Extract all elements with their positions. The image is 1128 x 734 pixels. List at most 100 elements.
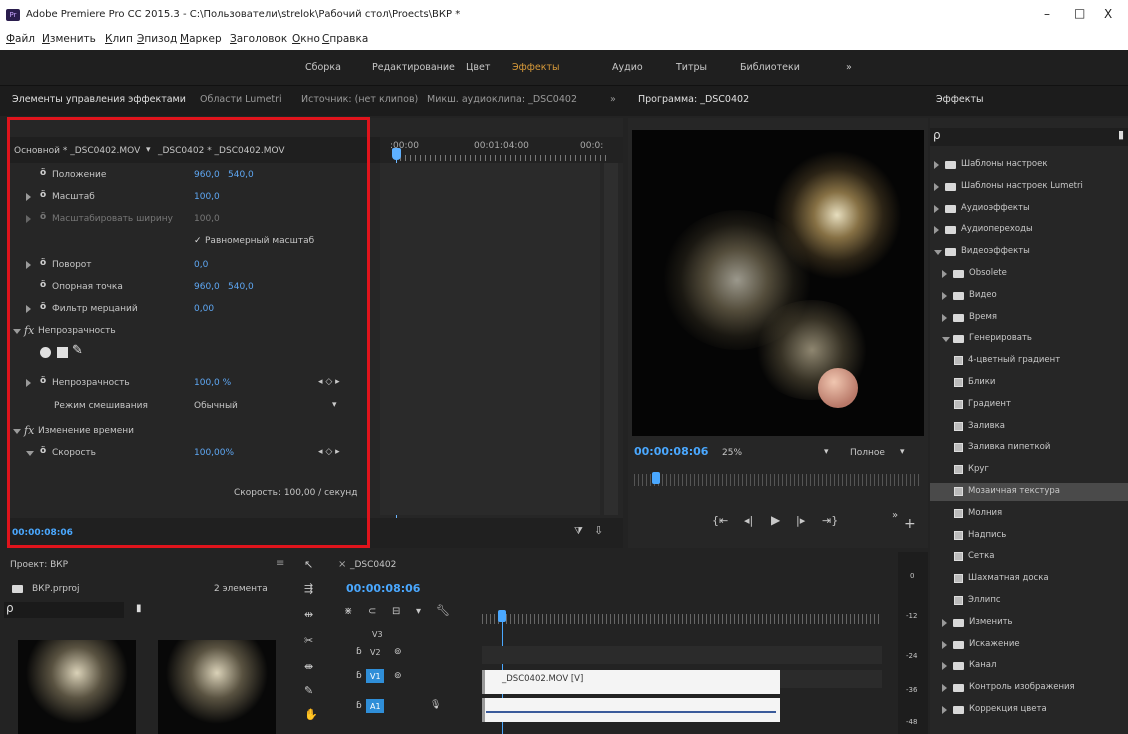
snap-icon[interactable]: ⋇ [344, 606, 352, 617]
stopwatch-icon[interactable]: ö [40, 302, 46, 312]
keyframe-scrollbar[interactable] [604, 163, 618, 515]
project-menu-icon[interactable]: ≡ [276, 558, 284, 569]
effects-tree-item[interactable]: Заливка пипеткой [930, 439, 1128, 457]
play-icon[interactable]: ▶ [771, 513, 780, 527]
effects-tree-item[interactable]: Аудиопереходы [930, 221, 1128, 239]
hand-tool-icon[interactable]: ✋ [304, 708, 318, 721]
workspace-libraries[interactable]: Библиотеки [740, 62, 800, 73]
effects-tree-item[interactable]: Блики [930, 374, 1128, 392]
rect-mask-icon[interactable] [57, 347, 68, 358]
effects-tree-item[interactable]: Изменить [930, 614, 1128, 632]
track-a1-label[interactable]: A1 [370, 702, 381, 711]
clip-selector[interactable]: Основной * _DSC0402.MOV [14, 146, 140, 156]
chevron-right-icon[interactable] [942, 270, 947, 278]
chevron-right-icon[interactable] [942, 314, 947, 322]
effects-tree-item[interactable]: Генерировать [930, 330, 1128, 348]
add-button-icon[interactable]: + [904, 516, 916, 532]
collapse-opacity-icon[interactable] [13, 329, 21, 334]
eye-icon[interactable]: ⊚ [394, 647, 402, 657]
effects-tree-item[interactable]: Канал [930, 657, 1128, 675]
chevron-right-icon[interactable] [934, 205, 939, 213]
uniform-scale-checkbox[interactable]: ✓ [194, 236, 202, 246]
prop-position-y[interactable]: 540,0 [228, 170, 254, 180]
thumbnail-1[interactable] [18, 640, 136, 734]
tab-audio-mixer[interactable]: Микш. аудиоклипа: _DSC0402 [427, 94, 577, 105]
prop-rotation-value[interactable]: 0,0 [194, 260, 208, 270]
prop-scale-value[interactable]: 100,0 [194, 192, 220, 202]
chevron-right-icon[interactable] [934, 183, 939, 191]
menu-sequence[interactable]: Эпизод [137, 33, 177, 45]
stopwatch-icon[interactable]: ö [40, 376, 46, 386]
selection-tool-icon[interactable]: ↖ [304, 558, 313, 571]
lock-icon[interactable]: ɓ [356, 701, 362, 711]
effects-tree-item[interactable]: Obsolete [930, 265, 1128, 283]
linked-selection-icon[interactable]: ⊂ [368, 606, 376, 617]
menu-edit[interactable]: Изменить [42, 33, 96, 45]
ellipse-mask-icon[interactable] [40, 347, 51, 358]
effects-tree-item[interactable]: Шаблоны настроек [930, 156, 1128, 174]
program-timecode[interactable]: 00:00:08:06 [634, 445, 708, 458]
effects-tree-item[interactable]: Эллипс [930, 592, 1128, 610]
expand-width-icon[interactable] [26, 215, 31, 223]
blend-mode-select[interactable]: Обычный [194, 401, 238, 411]
effects-tree-item[interactable]: Шаблоны настроек Lumetri [930, 178, 1128, 196]
lock-icon[interactable]: ɓ [356, 647, 362, 657]
prop-anchor-x[interactable]: 960,0 [194, 282, 220, 292]
wrench-icon[interactable]: 🔧︎ [436, 604, 450, 617]
timeline-timecode[interactable]: 00:00:08:06 [346, 582, 420, 595]
mic-icon[interactable]: 🎙︎ [430, 700, 441, 710]
chevron-right-icon[interactable] [942, 662, 947, 670]
effects-tree-item[interactable]: 4-цветный градиент [930, 352, 1128, 370]
chevron-right-icon[interactable] [942, 684, 947, 692]
stopwatch-icon[interactable]: ö [40, 446, 46, 456]
step-forward-icon[interactable]: |▸ [796, 514, 805, 527]
minimize-button[interactable]: – [1044, 7, 1050, 21]
close-tab-icon[interactable]: × [338, 559, 346, 570]
stopwatch-icon[interactable]: ö [40, 280, 46, 290]
chevron-right-icon[interactable] [942, 706, 947, 714]
pen-mask-icon[interactable]: ✎ [72, 343, 83, 358]
project-search-input[interactable] [4, 602, 124, 618]
workspace-audio[interactable]: Аудио [612, 62, 643, 73]
program-playhead-icon[interactable] [652, 472, 660, 484]
quality-select[interactable]: Полное [850, 448, 885, 458]
effects-tree-item[interactable]: Молния [930, 505, 1128, 523]
collapse-speed-icon[interactable] [26, 451, 34, 456]
menu-clip[interactable]: Клип [105, 33, 133, 45]
menu-help[interactable]: Справка [322, 33, 368, 45]
effects-tree-item[interactable]: Шахматная доска [930, 570, 1128, 588]
prop-scale-width-value[interactable]: 100,0 [194, 214, 220, 224]
chevron-right-icon[interactable] [942, 641, 947, 649]
keyframe-nav-icon[interactable]: ◂ ◇ ▸ [318, 447, 340, 457]
collapse-time-remap-icon[interactable] [13, 429, 21, 434]
prop-speed-value[interactable]: 100,00% [194, 448, 234, 458]
export-icon[interactable]: ⇩ [594, 524, 603, 537]
effects-tree-item[interactable]: Время [930, 309, 1128, 327]
workspace-titles[interactable]: Титры [676, 62, 707, 73]
menu-marker[interactable]: Маркер [180, 33, 222, 45]
razor-tool-icon[interactable]: ✂ [304, 634, 313, 647]
chevron-right-icon[interactable] [942, 292, 947, 300]
workspace-assembly[interactable]: Сборка [305, 62, 341, 73]
stopwatch-icon[interactable]: ö [40, 258, 46, 268]
expand-flicker-icon[interactable] [26, 305, 31, 313]
zoom-chevron-down-icon[interactable]: ▾ [824, 447, 829, 457]
marker-icon[interactable]: ▾ [416, 606, 421, 617]
clip-selector-chevron-icon[interactable]: ▾ [146, 145, 151, 155]
effects-tree-item[interactable]: Коррекция цвета [930, 701, 1128, 719]
maximize-button[interactable]: □ [1074, 6, 1085, 20]
add-marker-icon[interactable]: ⊟ [392, 606, 400, 617]
track-v3-label[interactable]: V3 [372, 630, 383, 639]
timeline-ruler[interactable] [482, 614, 882, 624]
menu-window[interactable]: Окно [292, 33, 320, 45]
keyframe-nav-icon[interactable]: ◂ ◇ ▸ [318, 377, 340, 387]
effects-tree-item[interactable]: Аудиоэффекты [930, 200, 1128, 218]
workspace-more[interactable]: » [846, 62, 852, 73]
timeline-title[interactable]: _DSC0402 [350, 560, 396, 570]
menu-file[interactable]: Файл [6, 33, 35, 45]
effects-tree-item[interactable]: Круг [930, 461, 1128, 479]
search-icon[interactable]: ρ [933, 128, 941, 142]
tab-more[interactable]: » [610, 94, 616, 105]
thumbnail-2[interactable] [158, 640, 276, 734]
more-controls-icon[interactable]: » [892, 510, 898, 521]
